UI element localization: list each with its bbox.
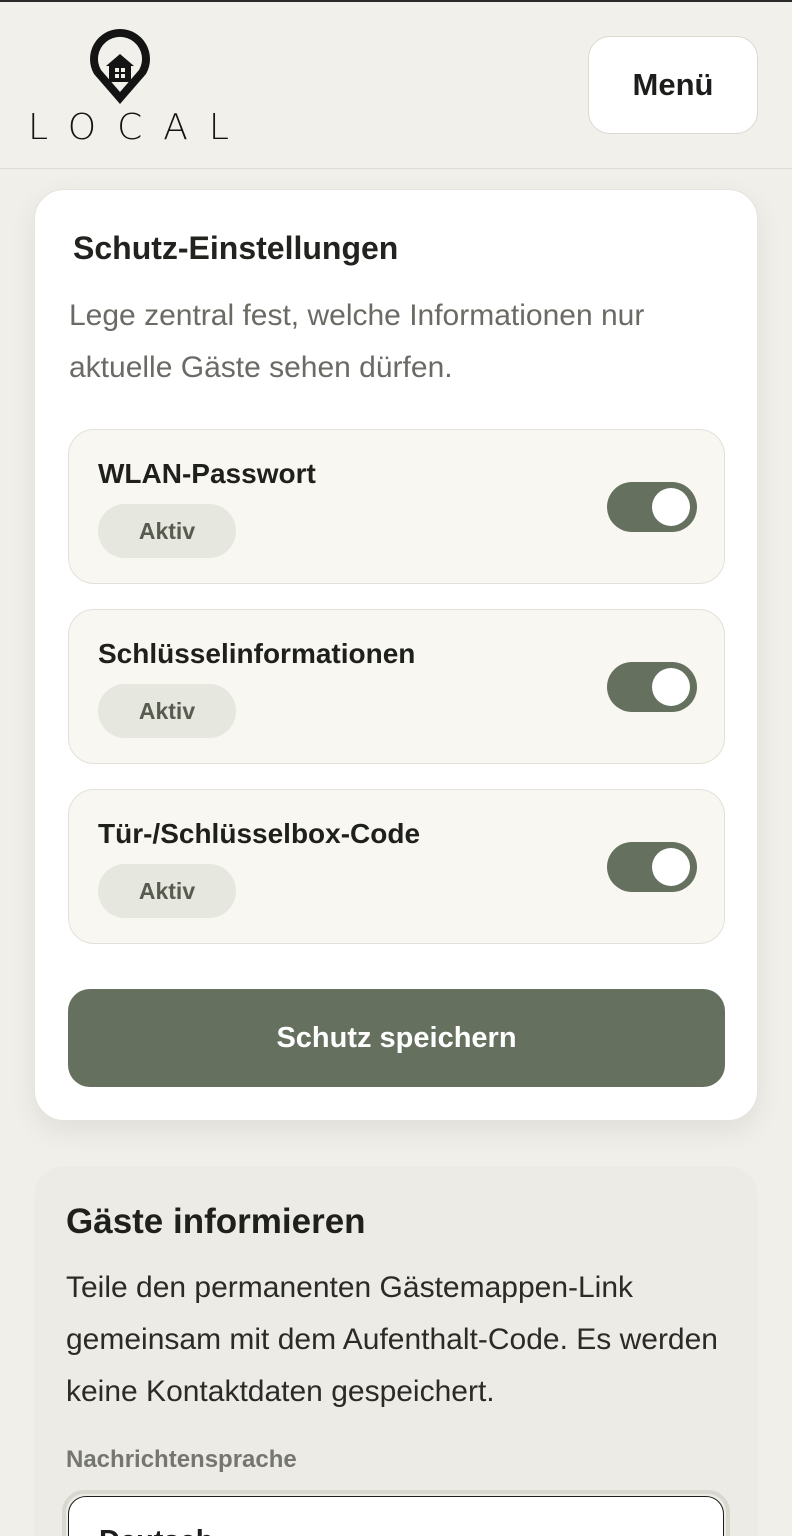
message-language-label: Nachrichtensprache xyxy=(66,1446,297,1473)
protection-title: Schutz-Einstellungen xyxy=(73,230,399,266)
app-header: LOCAL Menü xyxy=(0,2,792,169)
toggle-knob xyxy=(652,848,690,886)
location-house-icon xyxy=(90,29,150,104)
protection-settings-card: Schutz-Einstellungen Lege zentral fest, … xyxy=(34,189,758,1121)
setting-row-door-keybox-code: Tür-/Schlüsselbox-Code Aktiv xyxy=(68,789,725,944)
setting-row-wifi-password: WLAN-Passwort Aktiv xyxy=(68,429,725,584)
menu-button[interactable]: Menü xyxy=(588,36,758,134)
status-badge: Aktiv xyxy=(98,504,236,558)
inform-guests-title: Gäste informieren xyxy=(66,1202,366,1241)
protection-description: Lege zentral fest, welche Informationen … xyxy=(69,299,645,384)
logo-wordmark: LOCAL xyxy=(28,107,250,148)
setting-label: Tür-/Schlüsselbox-Code xyxy=(98,818,421,849)
wifi-password-toggle[interactable] xyxy=(607,482,697,532)
toggle-knob xyxy=(652,668,690,706)
setting-label: WLAN-Passwort xyxy=(98,458,316,489)
inform-guests-card: Gäste informieren Teile den permanenten … xyxy=(34,1166,758,1536)
setting-label: Schlüsselinformationen xyxy=(98,638,416,669)
key-information-toggle[interactable] xyxy=(607,662,697,712)
inform-guests-description: Teile den permanenten Gästemappen-Link g… xyxy=(66,1271,718,1408)
message-language-focus-ring: Deutsch xyxy=(62,1490,730,1536)
message-language-select[interactable]: Deutsch xyxy=(68,1496,724,1536)
local-logo[interactable]: LOCAL xyxy=(28,22,250,152)
status-badge: Aktiv xyxy=(98,864,236,918)
door-keybox-code-toggle[interactable] xyxy=(607,842,697,892)
status-badge: Aktiv xyxy=(98,684,236,738)
toggle-knob xyxy=(652,488,690,526)
setting-row-key-information: Schlüsselinformationen Aktiv xyxy=(68,609,725,764)
save-protection-button[interactable]: Schutz speichern xyxy=(68,989,725,1087)
